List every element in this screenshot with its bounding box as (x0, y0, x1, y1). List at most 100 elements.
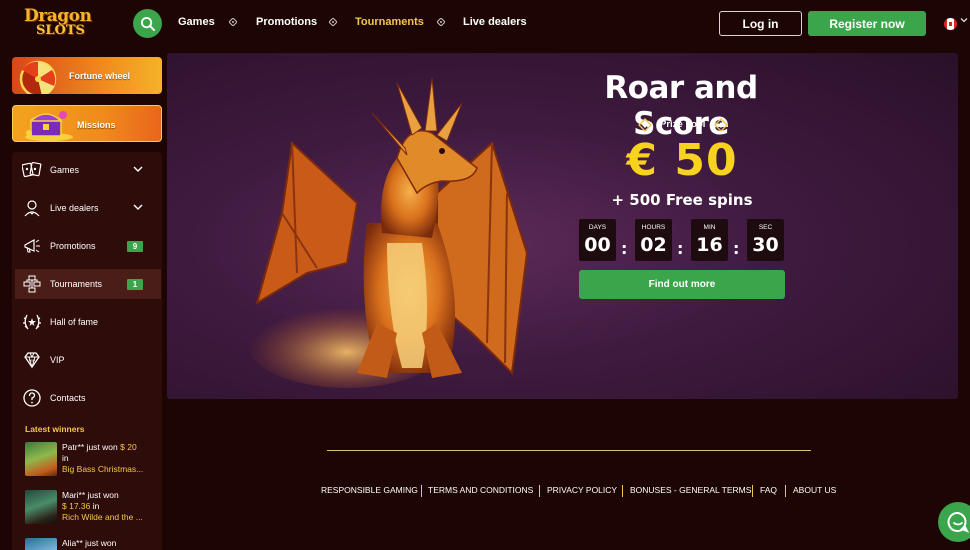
countdown-value: 02 (640, 234, 667, 256)
prize-pool-row: Prize pool (637, 118, 729, 132)
question-icon (23, 389, 41, 407)
find-out-more-button[interactable]: Find out more (579, 270, 785, 299)
countdown-separator: : (621, 239, 628, 258)
footer-separator (622, 485, 623, 497)
footer-link-faq[interactable]: FAQ (760, 485, 777, 495)
countdown-value: 16 (696, 234, 723, 256)
latest-winners-title: Latest winners (25, 424, 85, 434)
diamond-ornament-icon (714, 118, 728, 132)
free-spins-text: + 500 Free spins (611, 191, 753, 209)
sidebar-item-label: Contacts (50, 393, 86, 403)
winner-name-text: Alia** just won (62, 538, 117, 548)
winner-amount: $ 17.36 (62, 501, 91, 511)
top-header: Dragon SLOTS Games Promotions Tournament… (0, 0, 970, 46)
footer-separator (421, 485, 422, 497)
countdown-value: 00 (584, 234, 611, 256)
promotions-count-badge: 9 (127, 241, 143, 252)
countdown-days: DAYS 00 (579, 219, 616, 261)
search-button[interactable] (133, 9, 162, 38)
sidebar-item-contacts[interactable]: Contacts (12, 383, 162, 413)
countdown-value: 30 (752, 234, 779, 256)
live-dealer-icon (24, 200, 40, 217)
winner-game-link[interactable]: Rich Wilde and the ... (62, 512, 148, 522)
diamond-ornament-icon (638, 118, 652, 132)
countdown-seconds: SEC 30 (747, 219, 784, 261)
footer-link-privacy[interactable]: PRIVACY POLICY (547, 485, 617, 495)
tournaments-count-badge: 1 (127, 279, 143, 290)
footer-link-responsible-gaming[interactable]: RESPONSIBLE GAMING (321, 485, 418, 495)
svg-text:VIP: VIP (29, 358, 36, 363)
dragon-illustration (247, 77, 529, 388)
logo-word-slots: SLOTS (36, 23, 85, 38)
fortune-wheel-card[interactable]: Fortune wheel (12, 57, 162, 94)
chevron-down-icon[interactable] (960, 16, 968, 24)
missions-card[interactable]: Missions (12, 105, 162, 142)
search-icon (140, 16, 155, 31)
dragon-slots-logo[interactable]: Dragon SLOTS (22, 6, 96, 40)
fortune-wheel-label: Fortune wheel (69, 71, 131, 81)
sidebar-item-label: Tournaments (50, 279, 103, 289)
sidebar-item-promotions[interactable]: Promotions 9 (12, 231, 162, 261)
winner-game-link[interactable]: Big Bass Christmas... (62, 464, 148, 474)
game-thumbnail (25, 442, 57, 476)
winner-item[interactable]: Patr** just won $ 20 in Big Bass Christm… (25, 442, 155, 476)
missions-label: Missions (77, 120, 116, 130)
sidebar-item-hall-of-fame[interactable]: Hall of fame (12, 307, 162, 337)
tournament-banner: Roar and Score Prize pool € 50 + 500 Fre… (167, 53, 958, 399)
register-button[interactable]: Register now (808, 11, 926, 36)
sidebar-item-label: VIP (50, 355, 65, 365)
diamond-divider-icon (229, 18, 237, 26)
login-button[interactable]: Log in (719, 11, 802, 36)
footer-link-bonus-terms[interactable]: BONUSES - GENERAL TERMS (630, 485, 751, 495)
footer-link-terms[interactable]: TERMS AND CONDITIONS (428, 485, 533, 495)
nav-games[interactable]: Games (178, 16, 215, 28)
countdown-separator: : (733, 239, 740, 258)
fortune-wheel-icon (19, 60, 57, 94)
nav-live-dealers[interactable]: Live dealers (463, 16, 527, 28)
footer-link-about[interactable]: ABOUT US (793, 485, 836, 495)
prize-pool-label: Prize pool (660, 119, 706, 130)
countdown-separator: : (677, 239, 684, 258)
countdown-label: SEC (758, 224, 773, 231)
footer-separator (752, 485, 753, 497)
winner-name-text: Patr** just won (62, 442, 118, 452)
prize-amount: € 50 (626, 135, 738, 186)
diamond-divider-icon (329, 18, 337, 26)
countdown-label: HOURS (641, 224, 666, 231)
sidebar-item-label: Games (50, 165, 80, 175)
footer-divider (327, 450, 811, 451)
countdown-hours: HOURS 02 (635, 219, 672, 261)
game-thumbnail (25, 538, 57, 550)
countdown-minutes: MIN 16 (691, 219, 728, 261)
winner-in-text: in (92, 501, 100, 511)
chevron-down-icon[interactable] (133, 203, 143, 211)
megaphone-icon (24, 238, 40, 253)
diamond-divider-icon (437, 18, 445, 26)
live-chat-button[interactable] (938, 502, 970, 542)
laurel-icon (23, 314, 41, 330)
treasure-chest-icon (25, 111, 73, 141)
sidebar-item-live-dealers[interactable]: Live dealers (12, 193, 162, 223)
sidebar-item-label: Promotions (50, 241, 96, 251)
footer-separator (785, 485, 786, 497)
sidebar-item-tournaments[interactable]: Tournaments 1 (15, 269, 161, 299)
winner-item[interactable]: Alia** just won (25, 538, 155, 550)
sidebar-item-games[interactable]: Games (12, 155, 162, 185)
games-icon (22, 161, 42, 178)
winner-amount: $ 20 (120, 442, 137, 452)
chat-icon (947, 511, 969, 533)
chevron-down-icon[interactable] (133, 165, 143, 173)
sidebar-item-vip[interactable]: VIP VIP (12, 345, 162, 375)
nav-promotions[interactable]: Promotions (256, 16, 317, 28)
diamond-icon: VIP (24, 352, 40, 369)
sidebar-item-label: Hall of fame (50, 317, 99, 327)
sidebar-item-label: Live dealers (50, 203, 99, 213)
nav-tournaments[interactable]: Tournaments (355, 16, 424, 28)
countdown-label: DAYS (588, 224, 607, 231)
footer-links: RESPONSIBLE GAMING TERMS AND CONDITIONS … (0, 485, 970, 497)
countdown-label: MIN (703, 224, 716, 231)
tournament-icon (23, 275, 41, 293)
canada-flag-icon[interactable] (944, 18, 957, 30)
winner-in-text: in (62, 453, 69, 463)
footer-separator (539, 485, 540, 497)
